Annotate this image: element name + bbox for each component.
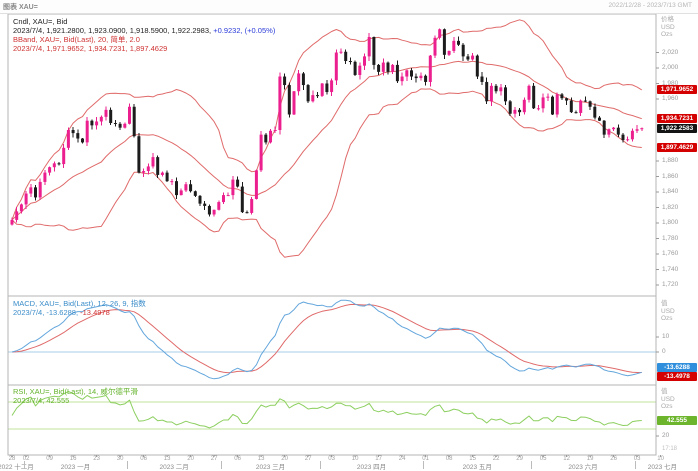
month-label: 2023 二月	[160, 461, 189, 471]
axis-tick-label: 1,880	[662, 157, 678, 164]
month-label: 2023 六月	[568, 461, 597, 471]
day-tick-label: 08	[446, 456, 453, 462]
day-tick-label: 06	[140, 456, 147, 462]
day-tick-label: 23	[93, 456, 100, 462]
price-pane[interactable]	[8, 14, 656, 296]
axis-tick-label: 2,000	[662, 64, 678, 71]
axis-tick-label: 1,780	[662, 235, 678, 242]
price-axis-header: 价格 USD Ozs	[661, 16, 675, 39]
day-tick-label: 27	[305, 456, 312, 462]
bband-legend-line1: BBand, XAU=, Bid(Last), 20, 简单, 2.0	[13, 35, 140, 44]
axis-tick-label: 0	[662, 348, 666, 355]
axis-tick-label: 2,020	[662, 49, 678, 56]
macd-legend-signal-value: -13.4978	[80, 308, 110, 317]
axis-tick-label: 20	[662, 432, 669, 439]
update-time-label: 17:18	[662, 446, 677, 452]
candle-legend-ohlc: 2023/7/4, 1,921.2800, 1,923.0900, 1,918.…	[13, 26, 213, 35]
macd-value-badge: -13.6288	[657, 363, 697, 372]
axis-tick-label: 1,800	[662, 219, 678, 226]
day-tick-label: 22	[493, 456, 500, 462]
candle-legend-line1: Cndl, XAU=, Bid	[13, 17, 67, 26]
axis-tick-label: 1,840	[662, 188, 678, 195]
month-label: 2023 四月	[357, 461, 386, 471]
month-separator	[221, 461, 222, 469]
month-label: 2022 十二月	[0, 461, 34, 471]
axis-tick-label: 1,820	[662, 204, 678, 211]
axis-tick-label: 1,720	[662, 281, 678, 288]
macd-signal-badge: -13.4978	[657, 372, 697, 381]
macd-legend: MACD, XAU=, Bid(Last), 12, 26, 9, 指数 202…	[13, 299, 146, 317]
month-separator	[635, 461, 636, 469]
day-tick-label: 03	[328, 456, 335, 462]
month-label: 2023 五月	[463, 461, 492, 471]
bband-legend-values: 2023/7/4, 1,971.9652, 1,934.7231, 1,897.…	[13, 44, 167, 53]
axis-tick-label: 1,860	[662, 173, 678, 180]
day-tick-label: 26	[610, 456, 617, 462]
candle-legend-change: +0.9232, (+0.05%)	[213, 26, 275, 35]
macd-legend-line1: MACD, XAU=, Bid(Last), 12, 26, 9, 指数	[13, 299, 146, 308]
chart-window: 图表 XAU= 2022/12/28 - 2023/7/13 GMT Cndl,…	[0, 0, 698, 471]
axis-tick-label: 1,960	[662, 95, 678, 102]
month-separator	[423, 461, 424, 469]
bband-upper-badge: 1,971.9652	[657, 85, 697, 94]
day-tick-label: 27	[211, 456, 218, 462]
rsi-legend-value: 2023/7/4, 42.555	[13, 396, 69, 405]
month-separator	[127, 461, 128, 469]
bband-mid-badge: 1,934.7231	[657, 114, 697, 123]
rsi-value-badge: 42.555	[657, 416, 697, 425]
rsi-axis-header: 值 USD Ozs	[661, 388, 675, 411]
candle-legend: Cndl, XAU=, Bid 2023/7/4, 1,921.2800, 1,…	[13, 17, 275, 53]
month-label: 2023 七月	[648, 461, 677, 471]
day-tick-label: 09	[46, 456, 53, 462]
rsi-legend: RSI, XAU=, Bid(Last), 14, 威尔德平滑 2023/7/4…	[13, 387, 138, 405]
macd-legend-value: 2023/7/4, -13.6288,	[13, 308, 80, 317]
day-tick-label: 30	[117, 456, 124, 462]
month-separator	[24, 461, 25, 469]
last-price-badge: 1,922.2583	[657, 124, 697, 133]
day-tick-label: 05	[540, 456, 547, 462]
axis-tick-label: 10	[662, 333, 669, 340]
month-separator	[320, 461, 321, 469]
month-label: 2023 三月	[256, 461, 285, 471]
day-tick-label: 24	[399, 456, 406, 462]
bband-lower-badge: 1,897.4629	[657, 143, 697, 152]
macd-axis-header: 值 USD Ozs	[661, 300, 675, 323]
axis-tick-label: 1,740	[662, 266, 678, 273]
month-separator	[531, 461, 532, 469]
month-label: 2023 一月	[61, 461, 90, 471]
day-tick-label: 29	[516, 456, 523, 462]
axis-tick-label: 1,760	[662, 250, 678, 257]
rsi-legend-line1: RSI, XAU=, Bid(Last), 14, 威尔德平滑	[13, 387, 138, 396]
day-tick-label: 06	[234, 456, 241, 462]
